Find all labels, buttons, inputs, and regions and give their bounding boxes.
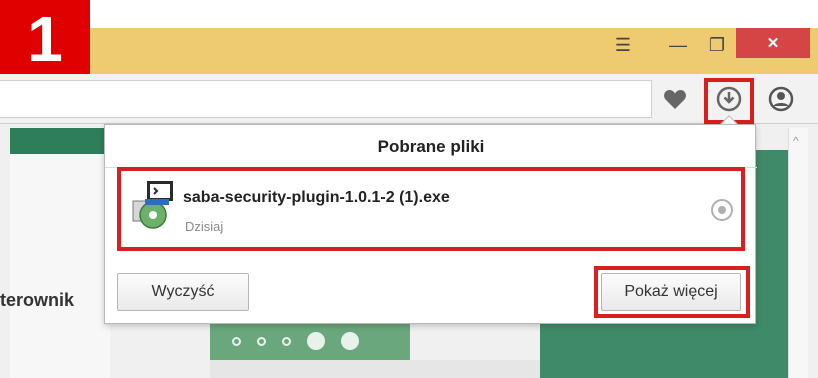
show-more-highlight <box>594 266 750 318</box>
close-button[interactable]: ✕ <box>736 28 810 58</box>
slider-dot[interactable] <box>282 336 291 346</box>
downloads-panel-title: Pobrane pliki <box>377 137 485 156</box>
clear-button[interactable]: Wyczyść <box>117 273 249 311</box>
slider-dot[interactable] <box>257 336 266 346</box>
toolbar <box>0 74 818 124</box>
slider-prev-icon[interactable] <box>307 332 325 350</box>
show-in-folder-icon[interactable] <box>711 199 733 221</box>
title-bar: ☰ — ❐ ✕ <box>0 28 818 74</box>
page-scrollbar[interactable]: ^ <box>788 128 808 378</box>
step-badge: 1 <box>0 0 90 78</box>
page-partial-text: terownik <box>0 290 75 310</box>
heart-icon[interactable] <box>658 82 692 116</box>
slider-dots <box>232 332 359 350</box>
page-left-panel <box>10 154 110 378</box>
scroll-up-icon[interactable]: ^ <box>793 134 803 148</box>
url-bar[interactable] <box>0 80 652 118</box>
minimize-button[interactable]: — <box>658 28 698 62</box>
browser-window: ☰ — ❐ ✕ 1 terownik ^ Pobrane pliki saba-… <box>0 0 818 378</box>
maximize-button[interactable]: ❐ <box>700 28 734 62</box>
slider-dot[interactable] <box>232 336 241 346</box>
menu-icon[interactable]: ☰ <box>600 28 646 62</box>
page-header-strip <box>10 128 110 154</box>
download-date: Dzisiaj <box>185 219 224 234</box>
account-icon[interactable] <box>764 82 798 116</box>
page-lower-band <box>210 360 540 378</box>
installer-file-icon <box>131 179 177 231</box>
slider-next-icon[interactable] <box>341 332 359 350</box>
download-item[interactable]: saba-security-plugin-1.0.1-2 (1).exe Dzi… <box>117 167 745 251</box>
download-filename: saba-security-plugin-1.0.1-2 (1).exe <box>183 189 450 206</box>
